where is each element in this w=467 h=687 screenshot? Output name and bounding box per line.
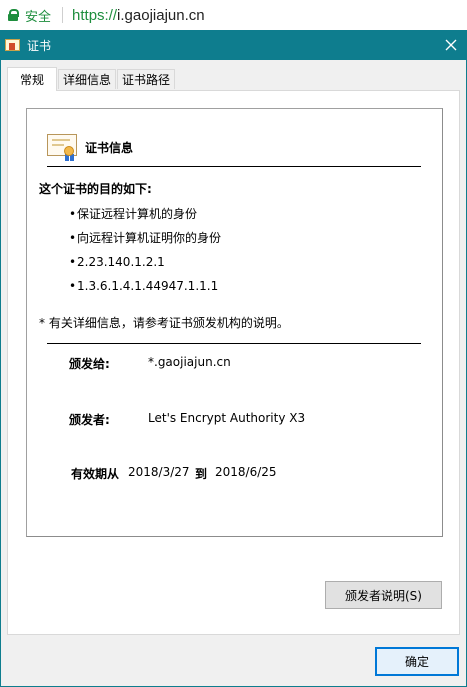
issued-to-label: 颁发给: xyxy=(69,357,110,371)
address-divider xyxy=(62,7,64,23)
certificate-info-box: 证书信息 这个证书的目的如下: • 保证远程计算机的身份 • 向远程计算机证明你的身… xyxy=(26,108,443,537)
heading-divider xyxy=(47,166,421,167)
url-text[interactable]: https://i.gaojiajun.cn xyxy=(72,7,205,24)
issuer-statement-button[interactable]: 颁发者说明(S) xyxy=(325,581,442,609)
certificate-seal-icon xyxy=(47,134,79,162)
ok-button[interactable]: 确定 xyxy=(375,647,459,676)
close-icon xyxy=(445,39,457,51)
issued-by-value[interactable]: Let's Encrypt Authority X3 xyxy=(148,411,305,425)
general-tab-panel: 证书信息 这个证书的目的如下: • 保证远程计算机的身份 • 向远程计算机证明你的身… xyxy=(7,90,460,635)
lock-icon xyxy=(8,9,19,21)
list-item: • 1.3.6.1.4.1.44947.1.1.1 xyxy=(69,279,219,293)
details-note: * 有关详细信息，请参考证书颁发机构的说明。 xyxy=(39,316,289,330)
list-item: • 向远程计算机证明你的身份 xyxy=(69,231,222,245)
certificate-icon xyxy=(5,38,21,52)
tab-details[interactable]: 详细信息 xyxy=(58,69,116,89)
validity-label: 有效期从 xyxy=(71,467,120,481)
tab-general[interactable]: 常规 xyxy=(7,67,57,91)
valid-to-value[interactable]: 2018/6/25 xyxy=(215,465,277,479)
certificate-info-heading: 证书信息 xyxy=(85,141,134,155)
list-item: • 2.23.140.1.2.1 xyxy=(69,255,165,269)
close-button[interactable] xyxy=(436,30,466,60)
url-scheme: https:// xyxy=(72,6,118,24)
certificate-dialog: 证书 常规 详细信息 证书路径 证书信息 这个证书的目的如下: • 保证远程计算机… xyxy=(0,30,467,687)
issued-to-value[interactable]: *.gaojiajun.cn xyxy=(148,355,231,369)
valid-from-value[interactable]: 2018/3/27 xyxy=(128,465,190,479)
list-item: • 保证远程计算机的身份 xyxy=(69,207,198,221)
dialog-title: 证书 xyxy=(27,38,52,53)
url-host: i.gaojiajun.cn xyxy=(117,6,205,24)
purpose-title: 这个证书的目的如下: xyxy=(39,182,152,196)
tab-certification-path[interactable]: 证书路径 xyxy=(117,69,175,89)
issued-by-label: 颁发者: xyxy=(69,413,110,427)
secure-label[interactable]: 安全 xyxy=(25,6,51,25)
validity-to-label: 到 xyxy=(195,467,208,481)
dialog-titlebar[interactable]: 证书 xyxy=(1,30,466,60)
purpose-list: • 保证远程计算机的身份 • 向远程计算机证明你的身份 • 2.23.140.1.2.… xyxy=(69,206,221,302)
address-bar[interactable]: 安全 https://i.gaojiajun.cn xyxy=(0,0,467,30)
note-divider xyxy=(47,343,421,344)
